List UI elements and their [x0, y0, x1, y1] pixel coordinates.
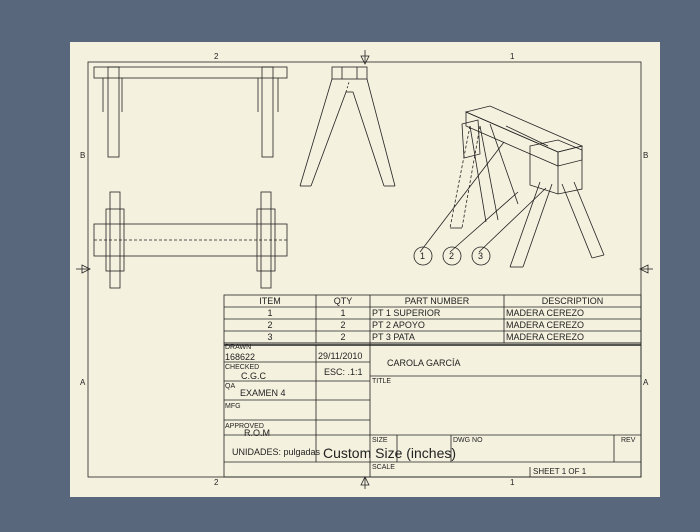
- parts-row-3-description: MADERA CEREZO: [506, 332, 585, 342]
- parts-header-description: DESCRIPTION: [541, 296, 604, 306]
- parts-row-3-part-number: PT 3 PATA: [372, 332, 415, 342]
- balloon-1-label: 1: [420, 251, 426, 261]
- parts-row-2-description: MADERA CEREZO: [506, 320, 585, 330]
- qa-label: QA: [225, 383, 236, 390]
- parts-row-2-item: 2: [267, 320, 273, 330]
- drawing-sheet: 2 1 2 1 B A B A 1 2 3 ITEM QTY PART NUMB…: [70, 42, 660, 497]
- zone-letter-right-upper: B: [643, 151, 649, 160]
- parts-row-2-qty: 2: [340, 320, 346, 330]
- dwg-no-label: DWG NO: [453, 437, 483, 444]
- company-name: CAROLA GARCÍA: [387, 358, 461, 368]
- title-label: TITLE: [372, 378, 392, 385]
- drawn-value: 168622: [225, 352, 256, 362]
- parts-row-3-qty: 2: [340, 332, 346, 342]
- zone-number-bottom-left: 2: [214, 478, 219, 487]
- parts-row-2-part-number: PT 2 APOYO: [372, 320, 425, 330]
- side-view: [299, 66, 396, 187]
- checked-value: C.G.C: [241, 371, 267, 381]
- parts-row-1-description: MADERA CEREZO: [506, 308, 585, 318]
- zone-number-top-right: 1: [510, 52, 515, 61]
- parts-row-1-qty: 1: [340, 308, 346, 318]
- drawn-label: DRAWN: [225, 344, 252, 351]
- mfg-label: MFG: [225, 403, 241, 410]
- zone-number-bottom-right: 1: [510, 478, 515, 487]
- scale-label: SCALE: [372, 464, 395, 471]
- parts-row-3-item: 3: [267, 332, 273, 342]
- zone-letter-left-upper: B: [80, 151, 86, 160]
- zone-number-top-left: 2: [214, 52, 219, 61]
- rev-label: REV: [621, 437, 636, 444]
- zone-letter-right-lower: A: [643, 378, 649, 387]
- parts-header-part-number: PART NUMBER: [404, 296, 470, 306]
- size-label: SIZE: [372, 437, 388, 444]
- isometric-view: [419, 105, 605, 268]
- checked-label: CHECKED: [225, 364, 260, 371]
- size-value: Custom Size (inches): [323, 445, 457, 461]
- balloon-3-label: 3: [478, 251, 484, 261]
- parts-header-item: ITEM: [259, 296, 281, 306]
- drawing-border: [87, 61, 642, 478]
- approved-value: R.O.M: [244, 428, 270, 438]
- parts-row-1-item: 1: [267, 308, 273, 318]
- top-view: [93, 191, 288, 289]
- parts-header-qty: QTY: [333, 296, 353, 306]
- scale-note: ESC: .1:1: [324, 367, 363, 377]
- qa-value: EXAMEN 4: [240, 388, 286, 398]
- front-view: [93, 66, 288, 158]
- units-note: UNIDADES: pulgadas: [232, 447, 321, 457]
- zone-letter-left-lower: A: [80, 378, 86, 387]
- sheet-number: SHEET 1 OF 1: [533, 467, 587, 476]
- balloon-2-label: 2: [449, 251, 455, 261]
- drawing-canvas: [76, 50, 653, 489]
- parts-row-1-part-number: PT 1 SUPERIOR: [372, 308, 441, 318]
- drawn-date: 29/11/2010: [318, 351, 363, 361]
